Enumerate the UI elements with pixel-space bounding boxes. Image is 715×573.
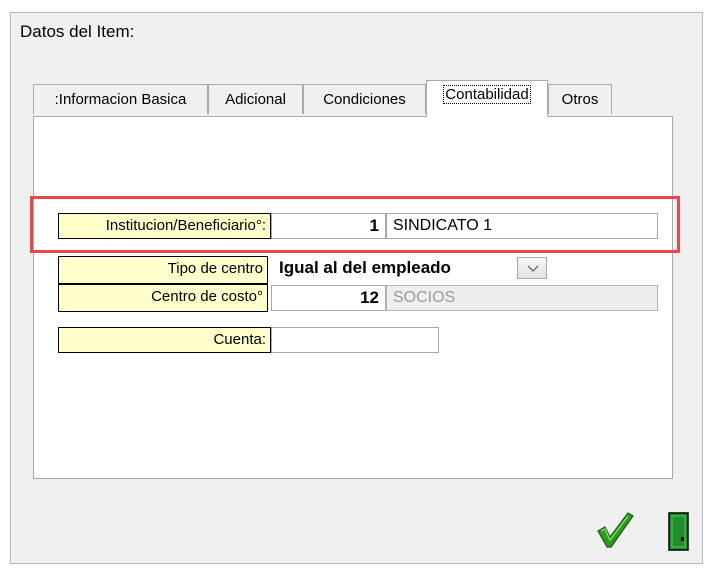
cuenta-label: Cuenta: (58, 327, 271, 353)
tipo-centro-dropdown-button[interactable] (517, 257, 547, 279)
institucion-label: Institucion/Beneficiario°: (58, 213, 271, 239)
institucion-name-field[interactable]: SINDICATO 1 (386, 213, 658, 239)
tab-label: :Informacion Basica (54, 91, 187, 108)
tab-label: Condiciones (323, 91, 406, 108)
tab-label: Adicional (225, 91, 286, 108)
institucion-code-field[interactable]: 1 (271, 213, 386, 239)
tab-label: Otros (561, 91, 599, 108)
tab-contabilidad[interactable]: Contabilidad (426, 80, 548, 117)
dialog-title: Datos del Item: (20, 22, 135, 41)
exit-button[interactable] (668, 512, 690, 552)
centro-costo-code-field[interactable]: 12 (271, 285, 386, 311)
centro-costo-label: Centro de costo° (58, 284, 268, 312)
tab-label: Contabilidad (443, 85, 531, 104)
tipo-centro-label: Tipo de centro (58, 256, 268, 284)
tab-condiciones[interactable]: Condiciones (303, 84, 426, 114)
checkmark-icon (597, 512, 634, 548)
tab-otros[interactable]: Otros (548, 84, 612, 114)
chevron-down-icon (527, 265, 539, 272)
cuenta-field[interactable] (271, 327, 439, 353)
tipo-centro-select[interactable]: Igual al del empleado (279, 256, 451, 280)
tab-informacion-basica[interactable]: :Informacion Basica (33, 84, 208, 114)
centro-costo-name-field: SOCIOS (386, 285, 658, 311)
ok-button[interactable] (596, 509, 634, 549)
door-icon (668, 512, 689, 551)
tab-adicional[interactable]: Adicional (208, 84, 303, 114)
